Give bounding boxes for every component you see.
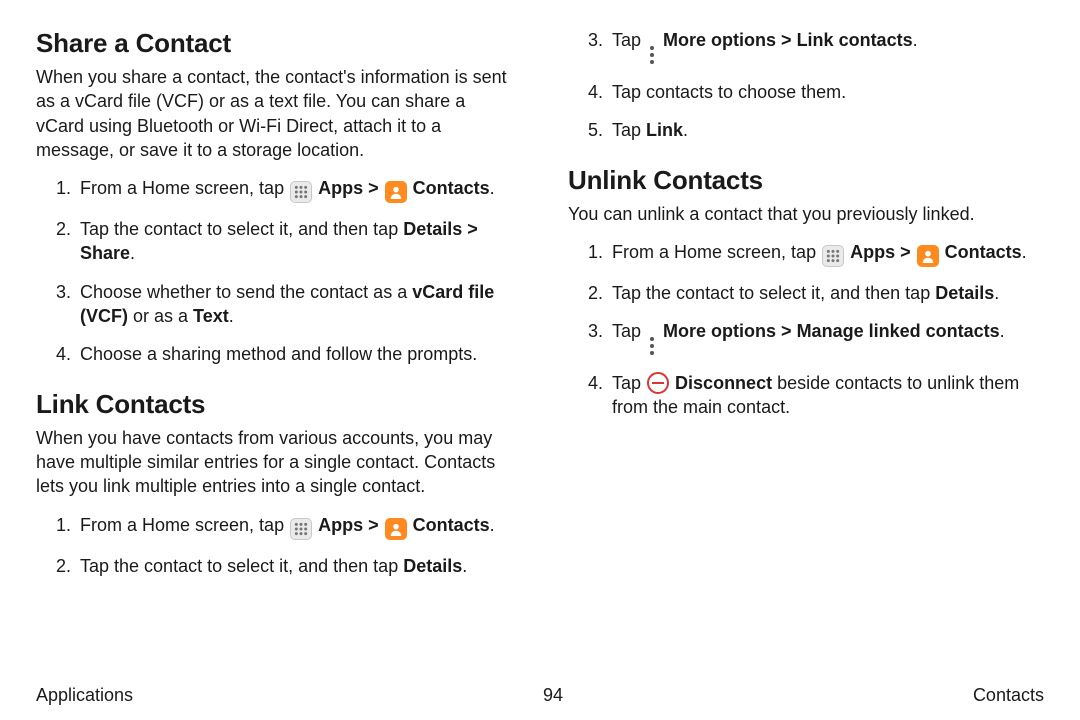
- link-contacts-label: Link contacts: [797, 30, 913, 50]
- apps-label: Apps: [318, 178, 363, 198]
- link-label: Link: [646, 120, 683, 140]
- breadcrumb-sep: >: [462, 219, 478, 239]
- share-step-2: Tap the contact to select it, and then t…: [76, 217, 512, 266]
- more-options-label: More options: [663, 321, 776, 341]
- apps-label: Apps: [850, 242, 895, 262]
- link-step-5: Tap Link.: [608, 118, 1044, 142]
- page-number: 94: [543, 685, 563, 706]
- text: From a Home screen, tap: [612, 242, 821, 262]
- text: Tap: [612, 373, 646, 393]
- page-footer: Applications 94 Contacts: [36, 685, 1044, 706]
- disconnect-icon: [647, 372, 669, 394]
- unlink-step-2: Tap the contact to select it, and then t…: [608, 281, 1044, 305]
- text: beside contacts to unlink them from the …: [612, 373, 1019, 417]
- text: .: [994, 283, 999, 303]
- text: Tap: [612, 120, 646, 140]
- link-step-4: Tap contacts to choose them.: [608, 80, 1044, 104]
- footer-left: Applications: [36, 685, 133, 706]
- breadcrumb-sep: >: [900, 242, 916, 262]
- text: From a Home screen, tap: [80, 515, 289, 535]
- more-options-icon: [647, 335, 657, 357]
- link-section: Link Contacts When you have contacts fro…: [36, 389, 512, 578]
- share-step-4: Choose a sharing method and follow the p…: [76, 342, 512, 366]
- share-heading: Share a Contact: [36, 28, 512, 59]
- text: .: [229, 306, 234, 326]
- text: Tap the contact to select it, and then t…: [612, 283, 935, 303]
- left-column: Share a Contact When you share a contact…: [36, 28, 512, 668]
- share-step-3: Choose whether to send the contact as a …: [76, 280, 512, 329]
- apps-label: Apps: [318, 515, 363, 535]
- text: Choose whether to send the contact as a: [80, 282, 412, 302]
- manage-linked-label: Manage linked contacts: [797, 321, 1000, 341]
- text: .: [913, 30, 918, 50]
- unlink-step-3: Tap More options > Manage linked contact…: [608, 319, 1044, 357]
- share-label: Share: [80, 243, 130, 263]
- details-label: Details: [403, 219, 462, 239]
- apps-icon: [290, 518, 312, 540]
- text: Tap the contact to select it, and then t…: [80, 556, 403, 576]
- unlink-section: Unlink Contacts You can unlink a contact…: [568, 165, 1044, 420]
- text: From a Home screen, tap: [80, 178, 289, 198]
- text: .: [683, 120, 688, 140]
- text-label: Text: [193, 306, 229, 326]
- share-intro: When you share a contact, the contact's …: [36, 65, 512, 162]
- details-label: Details: [935, 283, 994, 303]
- share-steps: From a Home screen, tap Apps > Contacts.…: [36, 176, 512, 366]
- text: .: [130, 243, 135, 263]
- contacts-label: Contacts: [413, 178, 490, 198]
- link-heading: Link Contacts: [36, 389, 512, 420]
- disconnect-label: Disconnect: [675, 373, 772, 393]
- unlink-step-4: Tap Disconnect beside contacts to unlink…: [608, 371, 1044, 420]
- breadcrumb-sep: >: [776, 30, 797, 50]
- contacts-icon: [385, 518, 407, 540]
- unlink-intro: You can unlink a contact that you previo…: [568, 202, 1044, 226]
- breadcrumb-sep: >: [368, 178, 384, 198]
- unlink-steps: From a Home screen, tap Apps > Contacts.…: [568, 240, 1044, 420]
- breadcrumb-sep: >: [776, 321, 797, 341]
- right-column: Tap More options > Link contacts. Tap co…: [568, 28, 1044, 668]
- link-steps-b: Tap More options > Link contacts. Tap co…: [568, 28, 1044, 143]
- text: Tap: [612, 321, 646, 341]
- text: Tap the contact to select it, and then t…: [80, 219, 403, 239]
- link-step-3: Tap More options > Link contacts.: [608, 28, 1044, 66]
- unlink-heading: Unlink Contacts: [568, 165, 1044, 196]
- link-steps-a: From a Home screen, tap Apps > Contacts.…: [36, 513, 512, 578]
- link-step-2: Tap the contact to select it, and then t…: [76, 554, 512, 578]
- details-label: Details: [403, 556, 462, 576]
- footer-right: Contacts: [973, 685, 1044, 706]
- unlink-step-1: From a Home screen, tap Apps > Contacts.: [608, 240, 1044, 267]
- page-columns: Share a Contact When you share a contact…: [36, 28, 1044, 668]
- apps-icon: [290, 181, 312, 203]
- contacts-label: Contacts: [413, 515, 490, 535]
- apps-icon: [822, 245, 844, 267]
- text: or as a: [128, 306, 193, 326]
- link-step-1: From a Home screen, tap Apps > Contacts.: [76, 513, 512, 540]
- more-options-label: More options: [663, 30, 776, 50]
- link-intro: When you have contacts from various acco…: [36, 426, 512, 499]
- more-options-icon: [647, 44, 657, 66]
- text: Tap: [612, 30, 646, 50]
- share-section: Share a Contact When you share a contact…: [36, 28, 512, 367]
- breadcrumb-sep: >: [368, 515, 384, 535]
- contacts-icon: [917, 245, 939, 267]
- text: .: [490, 178, 495, 198]
- text: .: [1000, 321, 1005, 341]
- text: .: [490, 515, 495, 535]
- text: .: [462, 556, 467, 576]
- text: .: [1022, 242, 1027, 262]
- share-step-1: From a Home screen, tap Apps > Contacts.: [76, 176, 512, 203]
- contacts-icon: [385, 181, 407, 203]
- contacts-label: Contacts: [945, 242, 1022, 262]
